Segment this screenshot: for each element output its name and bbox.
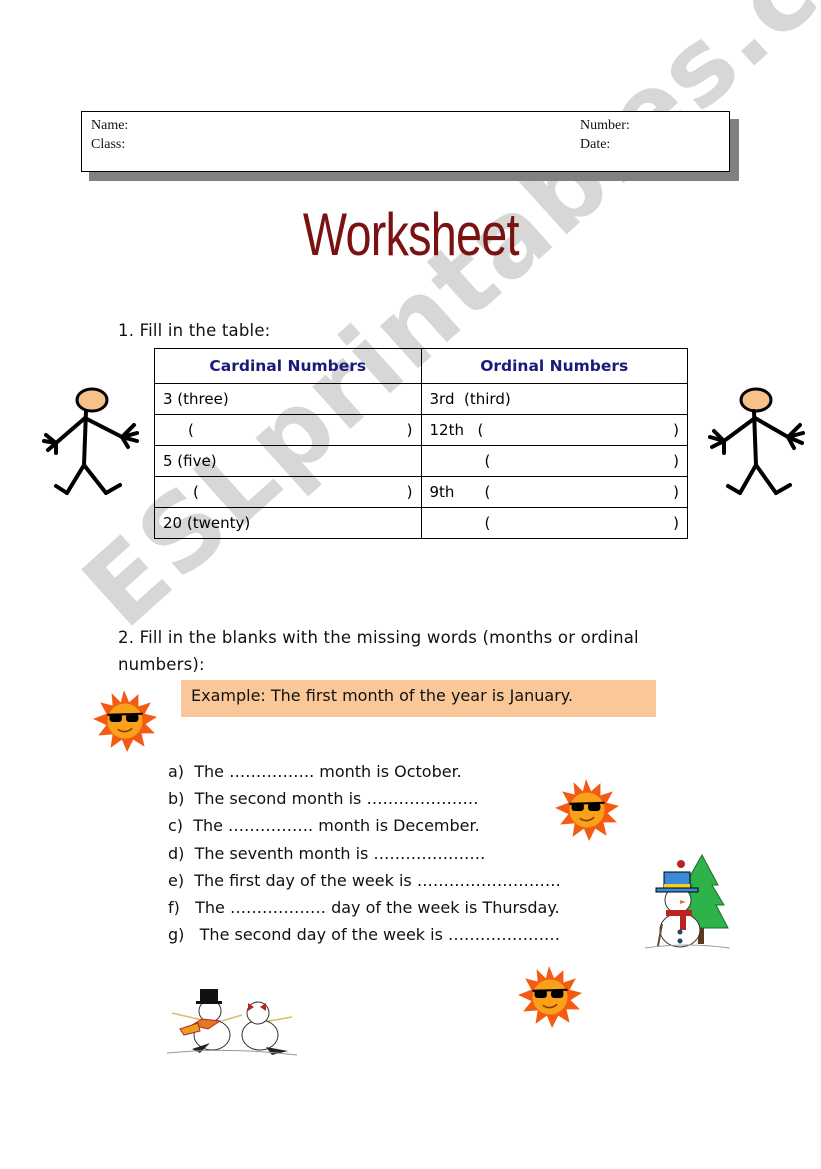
sun-icon: [518, 966, 582, 1028]
close-paren: ): [673, 421, 679, 439]
exercise2-instruction-line2: numbers):: [118, 655, 205, 674]
cardinal-value: 5 (five): [163, 452, 217, 470]
list-item-d: d) The seventh month is …………………: [168, 843, 486, 863]
cardinal-cell-content: 5 (five): [163, 446, 413, 476]
name-label: Name:: [91, 118, 129, 133]
table-row: () 12th (): [154, 414, 688, 446]
ordinal-value: 3rd (third): [429, 390, 511, 408]
table-header-row: Cardinal Numbers Ordinal Numbers: [154, 348, 688, 384]
cardinal-cell-content: (): [163, 415, 413, 445]
list-item-c: c) The ……………. month is December.: [168, 816, 480, 836]
exercise2-instruction-line1: 2. Fill in the blanks with the missing w…: [118, 628, 639, 647]
list-item-e: e) The first day of the week is ………………………: [168, 870, 561, 890]
list-item-f: f) The ……………… day of the week is Thursda…: [168, 897, 560, 917]
cardinal-value: 20 (twenty): [163, 514, 251, 532]
ordinal-cell[interactable]: (): [420, 445, 688, 477]
page-title: Worksheet: [302, 201, 520, 268]
ordinal-cell-content: 3rd (third): [430, 384, 680, 414]
cardinal-cell[interactable]: (): [154, 414, 422, 446]
number-label: Number:: [580, 118, 630, 133]
stick-figure-right: [708, 387, 805, 495]
open-paren: (: [484, 514, 491, 532]
open-paren: (: [193, 483, 199, 501]
stick-figure-left: [42, 387, 139, 495]
close-paren: ): [673, 452, 679, 470]
ordinal-cell[interactable]: 9th (): [420, 476, 688, 508]
column-header-cardinal: Cardinal Numbers: [154, 348, 422, 384]
ordinal-cell-content: (): [430, 508, 680, 538]
open-paren: (: [477, 421, 484, 439]
numbers-table: Cardinal Numbers Ordinal Numbers 3 (thre…: [154, 348, 688, 539]
open-paren: (: [484, 452, 491, 470]
close-paren: ): [406, 483, 413, 501]
cardinal-cell[interactable]: (): [154, 476, 422, 508]
date-label: Date:: [580, 137, 611, 152]
class-label: Class:: [91, 137, 126, 152]
open-paren: (: [188, 421, 194, 439]
cardinal-cell: 3 (three): [154, 383, 422, 415]
close-paren: ): [673, 483, 679, 501]
table-row: 20 (twenty) (): [154, 507, 688, 539]
ordinal-cell[interactable]: 12th (): [420, 414, 688, 446]
ordinal-cell[interactable]: (): [420, 507, 688, 539]
table-row: 3 (three) 3rd (third): [154, 383, 688, 415]
ordinal-cell: 3rd (third): [420, 383, 688, 415]
close-paren: ): [673, 514, 679, 532]
exercise1-instruction: 1. Fill in the table:: [118, 321, 271, 340]
close-paren: ): [406, 421, 413, 439]
cardinal-cell: 5 (five): [154, 445, 422, 477]
cardinal-cell-content: 3 (three): [163, 384, 413, 414]
ordinal-value: 12th: [429, 421, 464, 439]
sun-icon: [93, 690, 157, 752]
snowman-couple-icon: [166, 989, 298, 1056]
list-item-g: g) The second day of the week is …………………: [168, 925, 561, 945]
ordinal-cell-content: 12th (): [430, 415, 680, 445]
list-item-b: b) The second month is …………………: [168, 789, 479, 809]
cardinal-value: 3 (three): [163, 390, 229, 408]
table-row: 5 (five) (): [154, 445, 688, 477]
example-box: Example: The first month of the year is …: [181, 680, 656, 717]
cardinal-cell-content: 20 (twenty): [163, 508, 413, 538]
table-row: () 9th (): [154, 476, 688, 508]
column-header-ordinal: Ordinal Numbers: [420, 348, 688, 384]
ordinal-cell-content: (): [430, 446, 680, 476]
sun-icon: [555, 779, 619, 841]
ordinal-cell-content: 9th (): [430, 477, 680, 507]
cardinal-cell-content: (): [163, 477, 413, 507]
exercise2-list: a) The ……………. month is October. b) The s…: [168, 762, 561, 952]
snowman-with-tree-icon: [644, 853, 731, 949]
student-info-box: Name: Class: Number: Date:: [81, 111, 730, 172]
cardinal-cell: 20 (twenty): [154, 507, 422, 539]
ordinal-value: 9th: [429, 483, 455, 501]
open-paren: (: [484, 483, 491, 501]
list-item-a: a) The ……………. month is October.: [168, 762, 462, 781]
